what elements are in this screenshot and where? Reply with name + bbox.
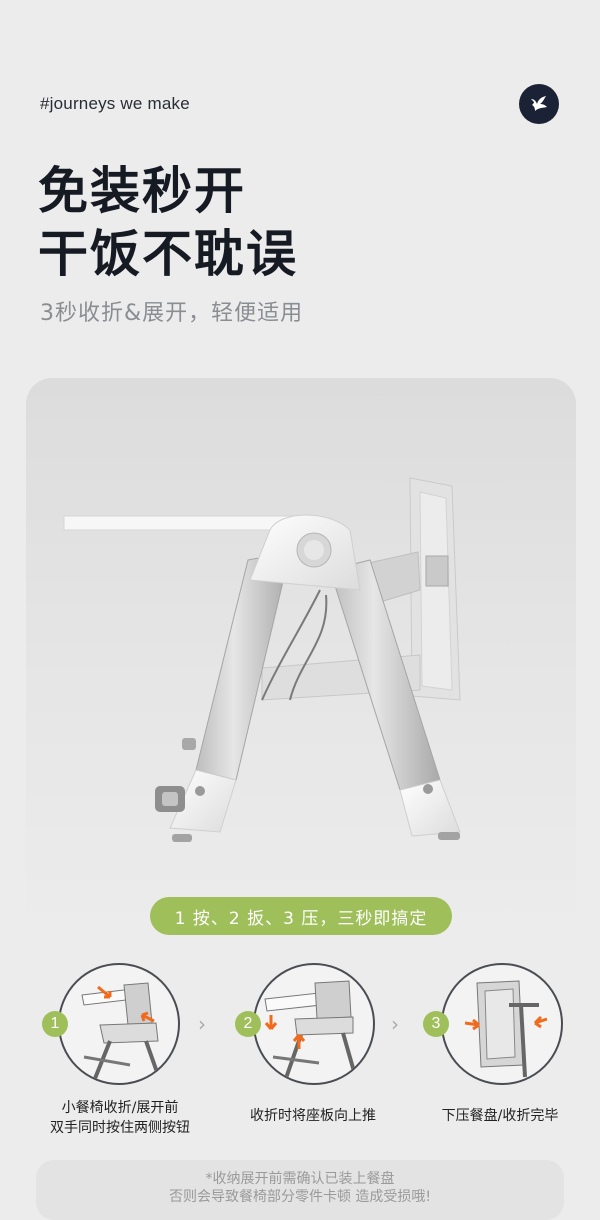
step-2-illustration [253,963,375,1085]
step-3-illustration [441,963,563,1085]
step-1-caption: 小餐椅收折/展开前 双手同时按住两侧按钮 [20,1098,220,1138]
step-2-number-badge: 2 [235,1011,261,1037]
step-1-caption-line-1: 小餐椅收折/展开前 [61,1100,179,1116]
note-line-2: 否则会导致餐椅部分零件卡顿 造成受损哦! [168,1189,432,1205]
chevron-right-icon: › [198,1012,206,1036]
step-3-caption: 下压餐盘/收折完毕 [441,1108,559,1124]
steps-banner: 1 按、2 扳、3 压，三秒即搞定 [150,897,452,935]
chevron-right-icon: › [391,1012,399,1036]
step-1-number-badge: 1 [42,1011,68,1037]
note-line-1: *收纳展开前需确认已装上餐盘 [205,1171,395,1187]
step-1-caption-line-2: 双手同时按住两侧按钮 [50,1120,190,1136]
step-1-illustration [58,963,180,1085]
folded-high-chair-image [63,477,461,842]
step-2-caption: 收折时将座板向上推 [250,1108,376,1124]
step-3-number-badge: 3 [423,1011,449,1037]
